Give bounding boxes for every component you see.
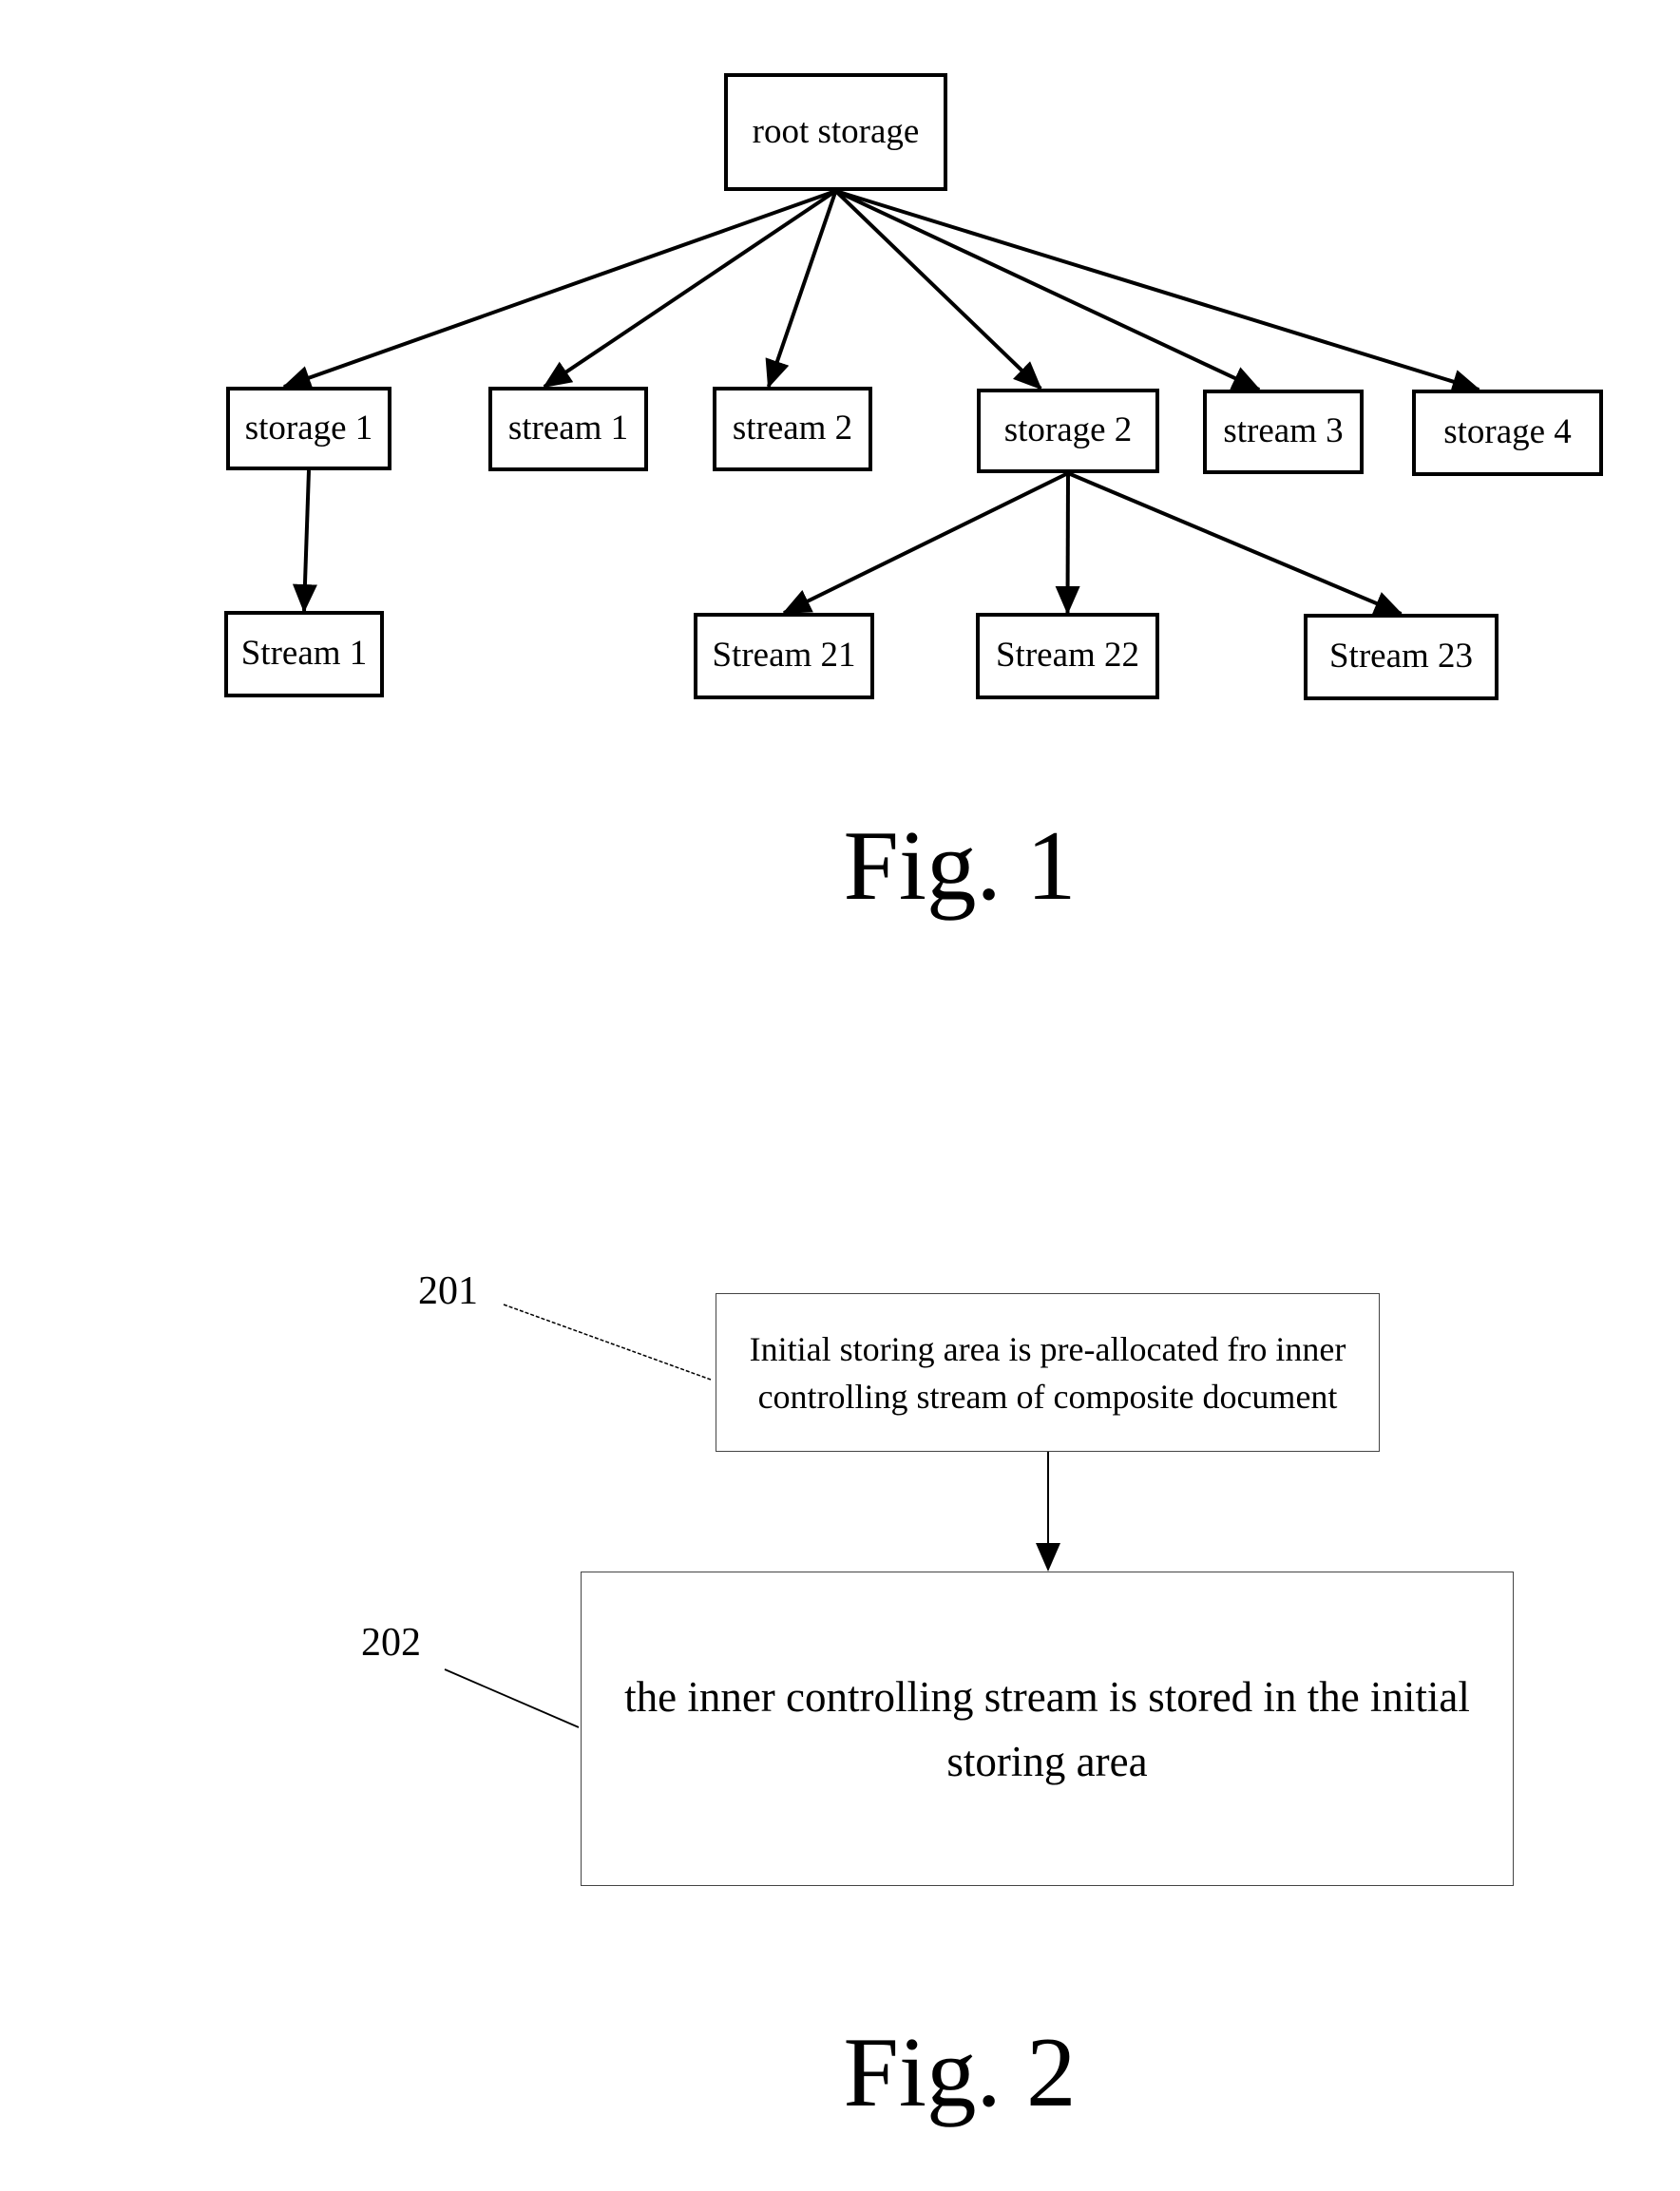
step-text-202: the inner controlling stream is stored i… <box>624 1672 1470 1785</box>
leader-line-201 <box>503 1304 712 1381</box>
node-stream-1: stream 1 <box>488 387 648 471</box>
node-storage-2: storage 2 <box>977 389 1159 473</box>
node-stream-3: stream 3 <box>1203 390 1364 474</box>
edge-root-to-storage4 <box>834 189 1481 394</box>
node-stream-22: Stream 22 <box>976 613 1159 699</box>
node-label: stream 1 <box>507 409 629 448</box>
step-text-201: Initial storing area is pre-allocated fr… <box>749 1329 1346 1416</box>
node-label: storage 2 <box>1003 410 1133 450</box>
step-box-202: the inner controlling stream is stored i… <box>581 1572 1514 1886</box>
edge-storage2-to-Stream23 <box>1067 471 1403 616</box>
edge-storage2-to-Stream22 <box>1055 472 1080 615</box>
figure-2-caption: Fig. 2 <box>843 2016 1077 2127</box>
node-label: Stream 23 <box>1328 637 1474 676</box>
node-label: stream 3 <box>1223 411 1344 451</box>
edge-storage1-to-Stream1_child <box>292 469 317 613</box>
node-stream-21: Stream 21 <box>694 613 874 699</box>
figure-1-caption: Fig. 1 <box>843 810 1077 921</box>
node-label: storage 4 <box>1443 412 1572 452</box>
node-label: storage 1 <box>244 408 373 448</box>
node-label: root storage <box>752 111 920 151</box>
step-box-201: Initial storing area is pre-allocated fr… <box>716 1293 1380 1452</box>
edge-root-to-stream1 <box>543 189 837 389</box>
leader-line-202 <box>444 1668 580 1728</box>
node-label: Stream 21 <box>712 636 856 676</box>
node-label: Stream 22 <box>995 636 1140 676</box>
node-stream-23: Stream 23 <box>1304 614 1499 700</box>
edge-root-to-storage1 <box>282 189 837 390</box>
step-ref-201: 201 <box>418 1269 478 1313</box>
node-storage-4: storage 4 <box>1412 390 1603 476</box>
edge-storage2-to-Stream21 <box>782 471 1069 615</box>
node-root-storage: root storage <box>724 73 947 191</box>
node-label: stream 2 <box>732 409 853 448</box>
node-stream-2: stream 2 <box>713 387 872 471</box>
node-label: Stream 1 <box>240 634 368 674</box>
node-stream-1-child: Stream 1 <box>224 611 384 697</box>
edge-root-to-stream3 <box>834 189 1261 391</box>
step-ref-202: 202 <box>361 1621 421 1665</box>
edge-root-to-storage2 <box>834 189 1042 391</box>
node-storage-1: storage 1 <box>226 387 391 470</box>
edge-root-to-stream2 <box>765 190 838 389</box>
